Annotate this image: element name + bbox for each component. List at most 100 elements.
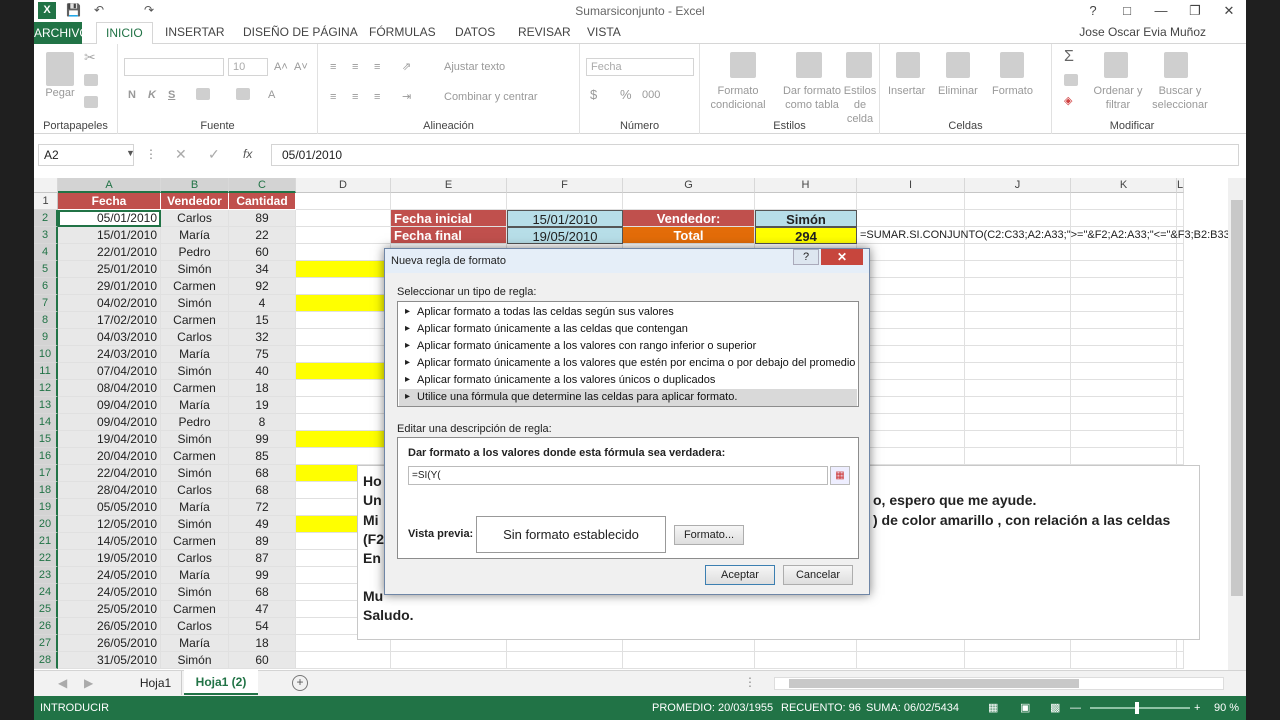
format-table-icon[interactable] xyxy=(796,52,822,78)
name-box[interactable]: A2 xyxy=(38,144,134,166)
cell[interactable] xyxy=(296,227,391,244)
cell[interactable] xyxy=(965,193,1071,210)
data-cell[interactable]: 12/05/2010 xyxy=(58,516,161,533)
collapse-dialog-icon[interactable]: ▦ xyxy=(830,466,850,485)
data-cell[interactable]: Simón xyxy=(161,431,229,448)
cell[interactable] xyxy=(857,278,965,295)
comma-style-icon[interactable]: 000 xyxy=(642,88,660,102)
row-header[interactable]: 24 xyxy=(34,584,58,601)
merge-center-button[interactable]: Combinar y centrar xyxy=(444,90,538,104)
data-cell[interactable]: 26/05/2010 xyxy=(58,635,161,652)
insert-button[interactable]: Insertar xyxy=(888,84,925,98)
cell[interactable] xyxy=(1177,278,1184,295)
cell[interactable] xyxy=(1071,244,1177,261)
data-cell[interactable]: 89 xyxy=(229,533,296,550)
cell[interactable] xyxy=(1071,380,1177,397)
number-format-select[interactable]: Fecha xyxy=(586,58,694,76)
cell[interactable] xyxy=(965,380,1071,397)
row-header[interactable]: 4 xyxy=(34,244,58,261)
cell[interactable] xyxy=(296,329,391,346)
total-label[interactable]: Total xyxy=(623,227,755,244)
cell[interactable] xyxy=(857,414,965,431)
data-cell[interactable]: 47 xyxy=(229,601,296,618)
cell[interactable] xyxy=(965,210,1071,227)
percent-icon[interactable]: % xyxy=(620,88,632,102)
row-header[interactable]: 14 xyxy=(34,414,58,431)
cell[interactable] xyxy=(1071,448,1177,465)
highlighted-cell[interactable] xyxy=(296,295,391,312)
data-cell[interactable]: 72 xyxy=(229,499,296,516)
cell[interactable] xyxy=(965,363,1071,380)
data-cell[interactable]: 05/05/2010 xyxy=(58,499,161,516)
bold-button[interactable]: N xyxy=(128,88,136,102)
highlighted-cell[interactable] xyxy=(296,363,391,380)
cell[interactable] xyxy=(1177,448,1184,465)
data-cell[interactable]: 29/01/2010 xyxy=(58,278,161,295)
format-painter-icon[interactable] xyxy=(84,96,98,108)
vertical-scrollbar[interactable] xyxy=(1228,178,1246,670)
cell[interactable] xyxy=(1177,329,1184,346)
data-cell[interactable]: 99 xyxy=(229,567,296,584)
row-header[interactable]: 28 xyxy=(34,652,58,669)
cell[interactable] xyxy=(296,380,391,397)
cell[interactable] xyxy=(391,193,507,210)
data-cell[interactable]: 22 xyxy=(229,227,296,244)
data-cell[interactable]: 31/05/2010 xyxy=(58,652,161,669)
align-bottom-icon[interactable]: ≡ xyxy=(374,60,380,74)
cell[interactable] xyxy=(296,193,391,210)
cell[interactable] xyxy=(296,414,391,431)
formula-input[interactable]: 05/01/2010 xyxy=(271,144,1239,166)
data-cell[interactable]: 60 xyxy=(229,244,296,261)
row-header[interactable]: 10 xyxy=(34,346,58,363)
tab-vista[interactable]: VISTA xyxy=(587,25,621,39)
horizontal-scrollbar[interactable] xyxy=(774,677,1224,690)
font-color-icon[interactable]: A xyxy=(268,88,275,102)
data-cell[interactable]: 20/04/2010 xyxy=(58,448,161,465)
data-cell[interactable]: Carmen xyxy=(161,533,229,550)
row-header[interactable]: 17 xyxy=(34,465,58,482)
data-cell[interactable]: 14/05/2010 xyxy=(58,533,161,550)
column-header[interactable]: F xyxy=(507,178,623,193)
row-header[interactable]: 27 xyxy=(34,635,58,652)
data-cell[interactable]: Simón xyxy=(161,363,229,380)
cell[interactable] xyxy=(857,210,965,227)
row-header[interactable]: 22 xyxy=(34,550,58,567)
cell[interactable] xyxy=(965,295,1071,312)
cell[interactable] xyxy=(857,431,965,448)
cell[interactable] xyxy=(965,448,1071,465)
cell[interactable] xyxy=(1177,312,1184,329)
data-cell[interactable]: Simón xyxy=(161,261,229,278)
row-header[interactable]: 16 xyxy=(34,448,58,465)
data-cell[interactable]: Carlos xyxy=(161,550,229,567)
cell[interactable] xyxy=(623,193,755,210)
zoom-in-icon[interactable]: + xyxy=(1194,696,1200,720)
indent-icon[interactable]: ⇥ xyxy=(402,90,411,104)
data-cell[interactable]: 17/02/2010 xyxy=(58,312,161,329)
cell[interactable] xyxy=(1177,414,1184,431)
cell[interactable] xyxy=(296,397,391,414)
data-cell[interactable]: 18 xyxy=(229,635,296,652)
italic-button[interactable]: K xyxy=(148,88,156,102)
row-header[interactable]: 18 xyxy=(34,482,58,499)
highlighted-cell[interactable] xyxy=(296,261,391,278)
data-cell[interactable]: Simón xyxy=(161,465,229,482)
data-cell[interactable]: Carlos xyxy=(161,210,229,227)
column-header[interactable]: A xyxy=(58,178,161,193)
column-header[interactable]: H xyxy=(755,178,857,193)
sheet-tab-hoja1-2[interactable]: Hoja1 (2) xyxy=(184,670,258,695)
user-name[interactable]: Jose Oscar Evia Muñoz xyxy=(1079,25,1206,39)
cell[interactable] xyxy=(623,652,755,669)
data-cell[interactable]: 19/04/2010 xyxy=(58,431,161,448)
data-cell[interactable]: María xyxy=(161,635,229,652)
cell[interactable] xyxy=(965,397,1071,414)
data-cell[interactable]: 32 xyxy=(229,329,296,346)
align-middle-icon[interactable]: ≡ xyxy=(352,60,358,74)
enter-icon[interactable]: ✓ xyxy=(208,146,220,163)
cell[interactable] xyxy=(857,261,965,278)
cell[interactable] xyxy=(857,397,965,414)
data-cell[interactable]: 54 xyxy=(229,618,296,635)
cancel-icon[interactable]: ✕ xyxy=(175,146,187,163)
row-header[interactable]: 9 xyxy=(34,329,58,346)
data-cell[interactable]: 60 xyxy=(229,652,296,669)
page-break-icon[interactable]: ▩ xyxy=(1050,696,1060,720)
